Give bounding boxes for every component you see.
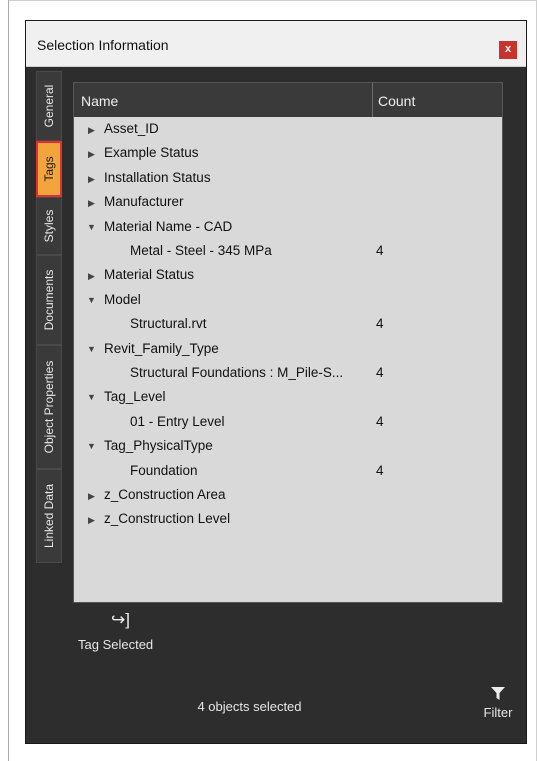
expand-arrow-down-icon[interactable]: ▼ <box>87 295 96 305</box>
tab-label: General <box>42 84 56 128</box>
tree-row[interactable]: ▶ z_Construction Area <box>74 484 502 508</box>
tags-tree-table[interactable]: Name Count ▶ Asset_ID ▶ Example Status ▶ Inst… <box>73 82 503 603</box>
tag-count: 4 <box>376 365 384 380</box>
tag-value-label: Structural.rvt <box>130 316 207 332</box>
tag-count: 4 <box>376 462 384 478</box>
tree-row[interactable]: ▼ Tag_Level <box>74 386 502 410</box>
tag-name-label: Tag_PhysicalType <box>104 438 213 454</box>
column-header-name[interactable]: Name <box>81 93 118 109</box>
expand-arrow-down-icon[interactable]: ▼ <box>87 344 96 354</box>
outer-frame-left <box>8 0 9 761</box>
tag-value-label: 01 - Entry Level <box>130 413 225 429</box>
tab-label: Documents <box>42 269 56 331</box>
expand-arrow-right-icon[interactable]: ▶ <box>88 515 96 525</box>
filter-button[interactable]: Filter <box>478 687 518 729</box>
expand-arrow-right-icon[interactable]: ▶ <box>88 491 96 501</box>
tree-row[interactable]: ▶ Asset_ID <box>74 118 502 142</box>
tag-name-label: Asset_ID <box>104 121 159 136</box>
tag-name-label: Installation Status <box>104 169 211 185</box>
table-header: Name Count <box>74 83 502 117</box>
outer-frame-top <box>8 0 537 1</box>
tag-name-label: Manufacturer <box>104 194 184 210</box>
tree-row[interactable]: Structural.rvt 4 <box>74 313 502 337</box>
tag-selected-label: Tag Selected <box>78 637 154 652</box>
tree-row[interactable]: Metal - Steel - 345 MPa 4 <box>74 240 502 264</box>
tag-name-label: Material Status <box>104 267 195 283</box>
expand-arrow-down-icon[interactable]: ▼ <box>87 222 96 232</box>
tree-row[interactable]: ▶ Material Status <box>74 264 502 288</box>
tree-row[interactable]: Foundation 4 <box>74 460 502 484</box>
tree-row[interactable]: ▶ Manufacturer <box>74 191 502 215</box>
tag-count: 4 <box>376 243 384 258</box>
tree-row[interactable]: 01 - Entry Level 4 <box>74 411 502 435</box>
selection-information-window: Selection Information x General Tags Sty… <box>25 20 527 744</box>
close-button[interactable]: x <box>499 41 517 59</box>
window-title: Selection Information <box>37 37 169 53</box>
funnel-icon <box>491 687 505 700</box>
tab-label: Object Properties <box>42 360 56 454</box>
expand-arrow-right-icon[interactable]: ▶ <box>88 198 96 208</box>
tab-label: Styles <box>42 209 56 243</box>
tree-row[interactable]: ▶ Example Status <box>74 142 502 166</box>
selection-status: 4 objects selected <box>197 699 302 714</box>
tab-documents[interactable]: Documents <box>36 255 62 345</box>
tag-name-label: Example Status <box>104 145 199 161</box>
column-header-count[interactable]: Count <box>378 93 415 109</box>
tag-name-label: Revit_Family_Type <box>104 340 219 356</box>
tag-name-label: z_Construction Level <box>104 511 231 527</box>
tab-tags[interactable]: Tags <box>36 141 62 197</box>
tab-general[interactable]: General <box>36 71 62 141</box>
tab-object-properties[interactable]: Object Properties <box>36 345 62 469</box>
expand-arrow-right-icon[interactable]: ▶ <box>88 174 96 184</box>
tag-value-label: Foundation <box>130 462 198 478</box>
tag-name-label: z_Construction Area <box>104 487 226 502</box>
tag-count: 4 <box>376 316 384 332</box>
title-bar[interactable]: Selection Information x <box>26 21 526 67</box>
tag-selected-button[interactable]: ↪] Tag Selected <box>78 610 174 658</box>
tree-row[interactable]: Structural Foundations : M_Pile-S... 4 <box>74 362 502 386</box>
tree-row[interactable]: ▶ Installation Status <box>74 167 502 191</box>
tab-linked-data[interactable]: Linked Data <box>36 469 62 563</box>
tab-styles[interactable]: Styles <box>36 197 62 255</box>
column-divider[interactable] <box>372 83 373 117</box>
tag-value-label: Metal - Steel - 345 MPa <box>130 243 272 258</box>
expand-arrow-right-icon[interactable]: ▶ <box>88 149 96 159</box>
expand-arrow-down-icon[interactable]: ▼ <box>87 441 96 451</box>
tab-label: Linked Data <box>42 483 56 549</box>
tag-name-label: Tag_Level <box>104 389 166 405</box>
tag-arrow-icon: ↪] <box>111 610 130 629</box>
tab-label: Tags <box>42 156 56 182</box>
tree-row[interactable]: ▼ Model <box>74 289 502 313</box>
tree-row[interactable]: ▶ z_Construction Level <box>74 508 502 532</box>
tag-count: 4 <box>376 413 384 429</box>
tree-row[interactable]: ▼ Revit_Family_Type <box>74 338 502 362</box>
filter-label: Filter <box>483 705 513 720</box>
tag-name-label: Material Name - CAD <box>104 218 233 234</box>
expand-arrow-right-icon[interactable]: ▶ <box>88 271 96 281</box>
vertical-tab-strip: General Tags Styles Documents Object Pro… <box>36 71 62 591</box>
tag-name-label: Model <box>104 291 141 307</box>
tag-value-label: Structural Foundations : M_Pile-S... <box>130 365 344 380</box>
tree-row[interactable]: ▼ Tag_PhysicalType <box>74 435 502 459</box>
expand-arrow-down-icon[interactable]: ▼ <box>87 392 96 402</box>
tree-row[interactable]: ▼ Material Name - CAD <box>74 216 502 240</box>
expand-arrow-right-icon[interactable]: ▶ <box>88 125 96 135</box>
